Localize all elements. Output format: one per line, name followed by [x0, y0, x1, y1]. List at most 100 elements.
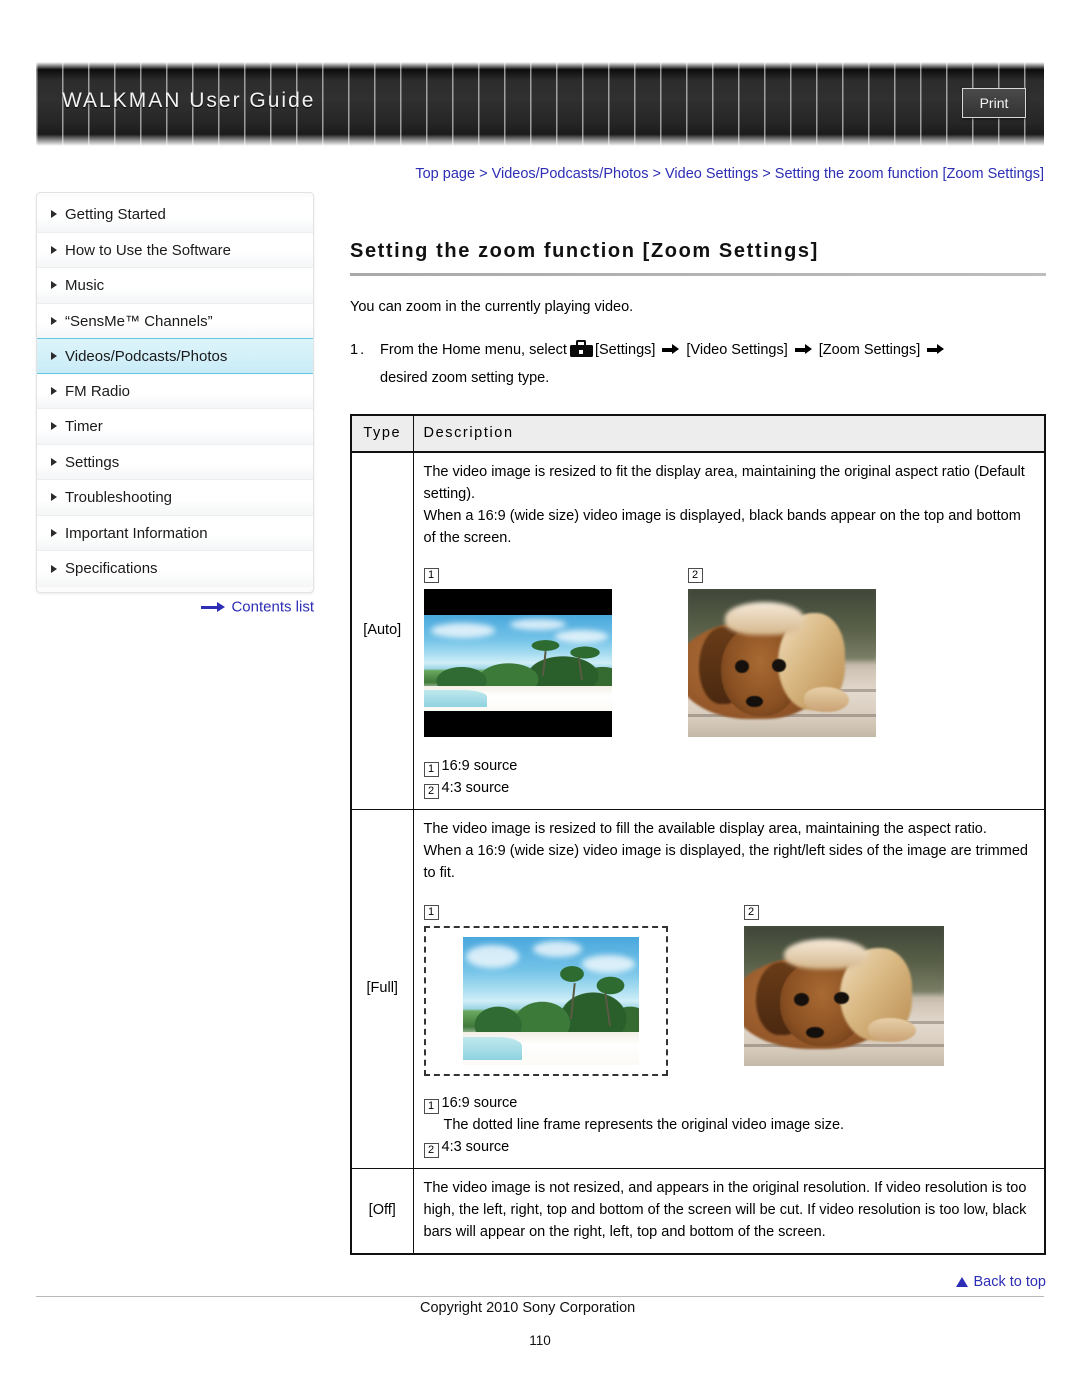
original-size-dashed-frame	[423, 926, 668, 1076]
figure-caption: 2 4:3 source	[423, 777, 1035, 799]
description-line: When a 16:9 (wide size) video image is d…	[423, 508, 1021, 546]
sidebar-item-label: Settings	[65, 453, 120, 471]
thumbnail-dog-photo	[687, 589, 876, 737]
figure-marker: 2	[423, 784, 439, 799]
title-divider	[350, 273, 1046, 276]
row-description-auto: The video image is resized to fit the di…	[412, 451, 1046, 810]
step-text-before: From the Home menu, select	[380, 342, 567, 358]
step-text-after: desired zoom setting type.	[380, 370, 550, 386]
breadcrumb-separator: >	[762, 166, 771, 182]
sidebar-item-label: Specifications	[65, 560, 158, 577]
figure-caption-text: 4:3 source	[441, 780, 510, 796]
sidebar-item-videos-podcasts-photos[interactable]: Videos/Podcasts/Photos	[37, 338, 313, 374]
sidebar-item-specifications[interactable]: Specifications	[37, 551, 313, 587]
sidebar-item-important-information[interactable]: Important Information	[37, 515, 313, 551]
back-to-top-label: Back to top	[973, 1274, 1046, 1290]
figure-caption: 1 16:9 source	[423, 755, 1035, 777]
figure-full-4-3: 2	[743, 898, 944, 1076]
description-line: The video image is resized to fill the a…	[423, 821, 987, 837]
chevron-right-icon	[51, 457, 57, 466]
description-line: The video image is resized to fit the di…	[423, 464, 1025, 502]
column-header-description: Description	[412, 414, 1046, 453]
row-description-off: The video image is not resized, and appe…	[412, 1168, 1046, 1255]
sidebar-item-settings[interactable]: Settings	[37, 444, 313, 480]
site-header: WALKMAN User Guide Print	[36, 62, 1044, 146]
triangle-up-icon	[956, 1277, 969, 1287]
chevron-right-icon	[51, 386, 57, 395]
chevron-right-icon	[51, 564, 57, 573]
arrow-right-icon	[927, 344, 945, 355]
sidebar-item-label: Videos/Podcasts/Photos	[65, 348, 228, 365]
site-title: WALKMAN User Guide	[62, 89, 316, 112]
figure-auto-16-9: 1	[423, 561, 612, 737]
step-menu-item-settings: [Settings]	[594, 342, 656, 358]
thumbnail-letterboxed-beach	[423, 589, 612, 737]
row-description-full: The video image is resized to fill the a…	[412, 809, 1046, 1169]
figure-marker: 2	[743, 905, 759, 920]
arrow-right-icon	[794, 344, 812, 355]
footer-divider	[36, 1296, 1044, 1297]
back-to-top-link[interactable]: Back to top	[350, 1274, 1046, 1290]
breadcrumb-separator: >	[652, 166, 661, 182]
chevron-right-icon	[51, 245, 57, 254]
column-header-type: Type	[350, 414, 414, 453]
breadcrumb-item-current: Setting the zoom function [Zoom Settings…	[774, 166, 1044, 182]
figure-caption-sub: The dotted line frame represents the ori…	[443, 1117, 845, 1133]
figure-full-16-9: 1	[423, 898, 668, 1076]
breadcrumb-separator: >	[479, 166, 488, 182]
arrow-right-icon	[662, 344, 680, 355]
thumbnail-dog-photo	[743, 926, 944, 1066]
row-type-auto: [Auto]	[350, 451, 414, 810]
sidebar-navigation: Getting Started How to Use the Software …	[36, 192, 314, 593]
chevron-right-icon	[51, 281, 57, 290]
breadcrumb-item-videos-podcasts-photos[interactable]: Videos/Podcasts/Photos	[492, 166, 649, 182]
sidebar-item-music[interactable]: Music	[37, 268, 313, 304]
contents-list-label: Contents list	[231, 598, 314, 616]
sidebar-item-fm-radio[interactable]: FM Radio	[37, 373, 313, 409]
row-type-full: [Full]	[350, 809, 414, 1169]
zoom-settings-table: Type Description [Auto] The video image …	[350, 414, 1046, 1255]
breadcrumb-item-video-settings[interactable]: Video Settings	[665, 166, 758, 182]
breadcrumb-item-top-page[interactable]: Top page	[415, 166, 475, 182]
step-menu-item-video-settings: [Video Settings]	[686, 342, 788, 358]
arrow-right-icon	[201, 602, 226, 613]
table-header-row: Type Description	[350, 414, 1046, 453]
figure-caption: 2 4:3 source	[423, 1136, 1035, 1158]
intro-paragraph: You can zoom in the currently playing vi…	[350, 299, 634, 315]
breadcrumb: Top page > Videos/Podcasts/Photos > Vide…	[350, 163, 1044, 186]
figure-marker: 2	[687, 568, 703, 583]
copyright-text: Copyright 2010 Sony Corporation	[420, 1300, 636, 1316]
sidebar-item-label: Troubleshooting	[65, 489, 173, 506]
step-number: 1.	[350, 342, 367, 358]
figure-marker: 2	[423, 1143, 439, 1158]
figure-caption-text: 16:9 source	[441, 1095, 518, 1111]
description-line: When a 16:9 (wide size) video image is d…	[423, 843, 1028, 881]
sidebar-item-label: How to Use the Software	[65, 241, 231, 259]
settings-toolbox-icon	[569, 340, 593, 357]
main-content: Setting the zoom function [Zoom Settings…	[350, 240, 1046, 1255]
chevron-right-icon	[51, 210, 57, 219]
procedure-step-1: 1. From the Home menu, select [Settings] […	[350, 336, 1046, 392]
sidebar-item-sensme-channels[interactable]: “SensMe™ Channels”	[37, 303, 313, 339]
sidebar-item-how-to-use-the-software[interactable]: How to Use the Software	[37, 232, 313, 268]
sidebar-item-timer[interactable]: Timer	[37, 409, 313, 445]
figure-marker: 1	[423, 762, 439, 777]
table-row: [Auto] The video image is resized to fit…	[350, 451, 1046, 810]
figure-caption-text: 4:3 source	[441, 1139, 510, 1155]
figure-caption-text: 16:9 source	[441, 758, 518, 774]
contents-list-link[interactable]: Contents list	[36, 598, 314, 616]
sidebar-item-getting-started[interactable]: Getting Started	[37, 197, 313, 233]
sidebar-item-label: FM Radio	[65, 382, 131, 400]
print-button[interactable]: Print	[962, 88, 1026, 118]
table-row: [Off] The video image is not resized, an…	[350, 1168, 1046, 1255]
figure-auto-4-3: 2	[687, 561, 876, 737]
row-type-off: [Off]	[350, 1168, 414, 1255]
figure-marker: 1	[423, 905, 439, 920]
sidebar-item-label: Timer	[65, 418, 103, 435]
chevron-right-icon	[51, 528, 57, 537]
sidebar-item-label: Getting Started	[65, 206, 166, 223]
figure-marker: 1	[423, 568, 439, 583]
page-title: Setting the zoom function [Zoom Settings…	[350, 240, 819, 262]
sidebar-item-label: Music	[65, 277, 105, 294]
sidebar-item-troubleshooting[interactable]: Troubleshooting	[37, 480, 313, 516]
